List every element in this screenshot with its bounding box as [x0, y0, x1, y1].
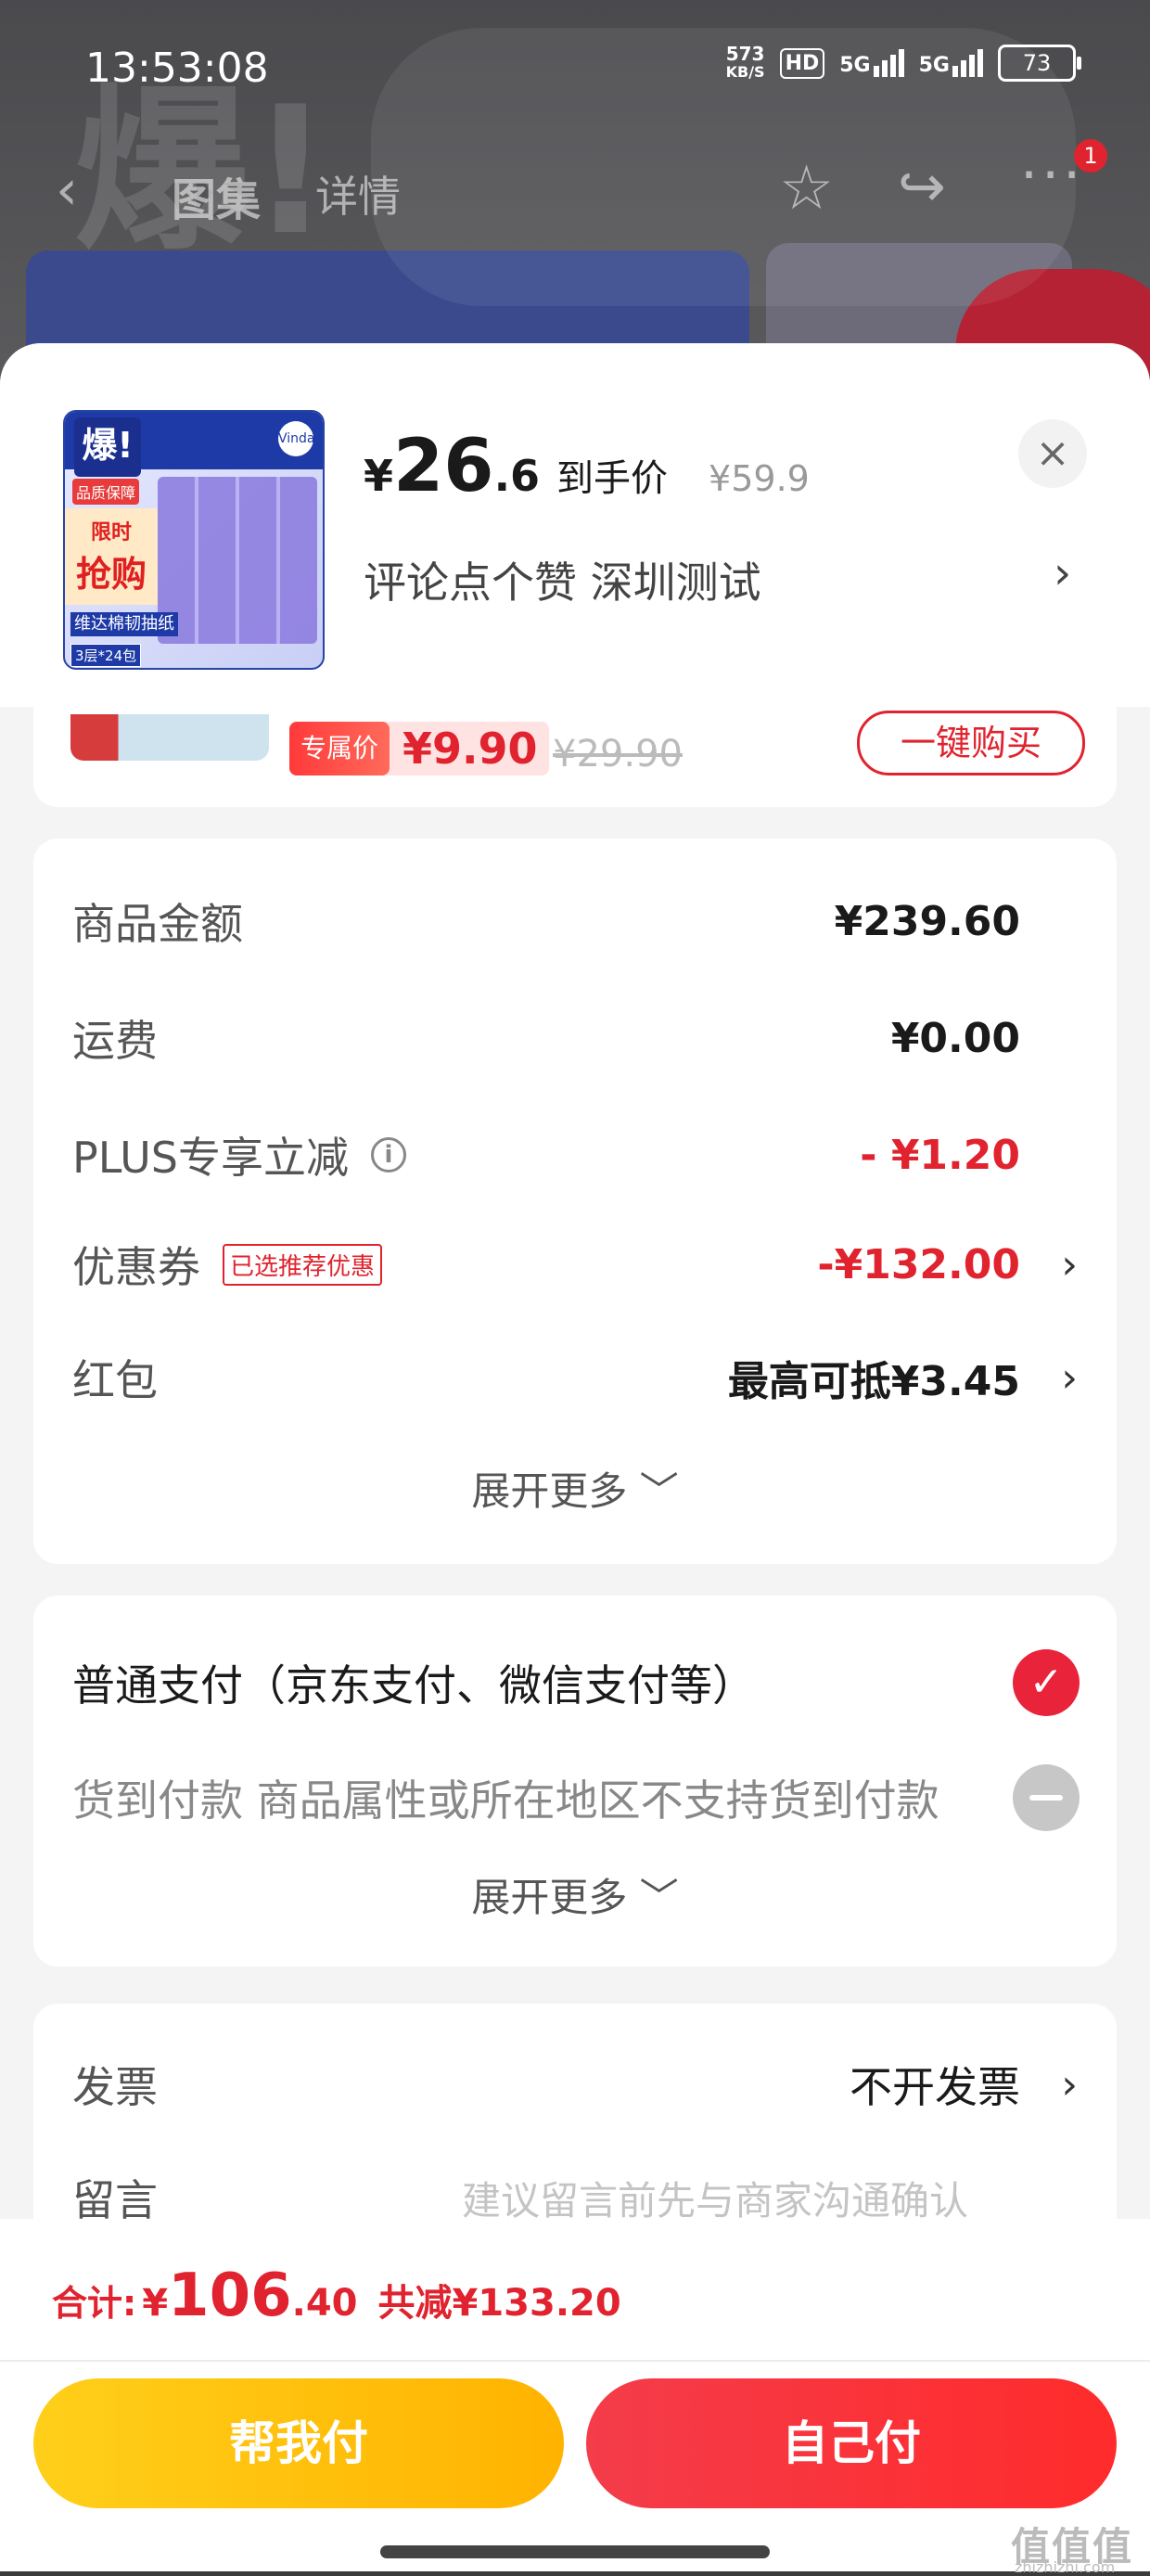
signal-icon-1: 5G — [839, 49, 904, 77]
chevron-right-icon[interactable]: › — [1061, 1354, 1078, 1402]
chevron-right-icon[interactable]: › — [1061, 1241, 1078, 1288]
sheet-header: 爆! Vinda 品质保障 限时 抢购 维达棉韧抽纸 3层*24包 ¥ 26 .… — [0, 343, 1150, 707]
chevron-right-icon[interactable]: › — [1061, 2061, 1078, 2108]
payment-card: 普通支付（京东支付、微信支付等） ✓ 货到付款 商品属性或所在地区不支持货到付款… — [33, 1596, 1117, 1967]
row-invoice[interactable]: 发票 不开发票 › — [72, 2052, 1078, 2117]
thumbnail-hot-badge: 爆! — [74, 417, 141, 477]
favorite-star-icon[interactable]: ☆ — [779, 152, 834, 224]
back-icon[interactable]: ‹ — [56, 158, 78, 223]
final-price: ¥ 26 .6 到手价 ¥59.9 — [364, 425, 810, 508]
payment-option-cod: 货到付款 商品属性或所在地区不支持货到付款 — [72, 1761, 1080, 1835]
product-nav-bar: ‹ 图集 详情 ☆ ↪ ··· 1 — [0, 139, 1150, 226]
message-input-placeholder[interactable]: 建议留言前先与商家沟通确认 — [462, 2170, 968, 2226]
row-plus-discount: PLUS专享立减 i - ¥1.20 — [72, 1131, 1020, 1184]
tab-gallery[interactable]: 图集 — [172, 163, 261, 228]
promo-original-price: ¥29.90 — [553, 733, 683, 775]
status-icons: 573 KB/S HD 5G 5G 73 — [725, 43, 1081, 82]
checked-icon[interactable]: ✓ — [1013, 1649, 1080, 1716]
exclusive-price-tag: 专属价 ¥9.90 — [289, 722, 549, 775]
info-icon[interactable]: i — [370, 1137, 406, 1173]
thumbnail-brand-logo: Vinda — [278, 421, 315, 456]
status-time: 13:53:08 — [85, 45, 269, 92]
one-click-buy-button[interactable]: 一键购买 — [857, 711, 1085, 775]
hd-icon: HD — [779, 47, 825, 79]
thumbnail-quality-tag: 品质保障 — [72, 479, 140, 505]
help-pay-button[interactable]: 帮我付 — [33, 2378, 564, 2508]
watermark-url: zhizhizhi.com — [1015, 2558, 1116, 2576]
thumbnail-sale-badge: 限时 抢购 — [65, 508, 158, 605]
signal-icon-2: 5G — [919, 49, 983, 77]
disabled-radio-icon — [1013, 1764, 1080, 1831]
network-speed: 573 KB/S — [725, 43, 765, 81]
thumbnail-spec: 3层*24包 — [70, 644, 142, 667]
divider — [0, 2360, 1150, 2362]
row-goods-amount: 商品金额 ¥239.60 — [72, 897, 1020, 950]
expand-more-payment[interactable]: 展开更多 ﹀ — [33, 1866, 1117, 1923]
message-badge: 1 — [1074, 139, 1107, 173]
row-coupon[interactable]: 优惠券 已选推荐优惠 -¥132.00 › — [72, 1232, 1078, 1297]
product-subtitle[interactable]: 评论点个赞 深圳测试 — [364, 549, 761, 610]
close-icon[interactable]: × — [1018, 419, 1087, 488]
self-pay-button[interactable]: 自己付 — [586, 2378, 1117, 2508]
battery-icon: 73 — [998, 45, 1081, 82]
status-bar: 13:53:08 573 KB/S HD 5G 5G 73 — [0, 0, 1150, 130]
product-thumbnail[interactable]: 爆! Vinda 品质保障 限时 抢购 维达棉韧抽纸 3层*24包 — [63, 410, 325, 670]
share-icon[interactable]: ↪ — [898, 152, 946, 220]
row-shipping: 运费 ¥0.00 — [72, 1014, 1020, 1067]
original-price: ¥59.9 — [709, 458, 810, 499]
payment-option-normal[interactable]: 普通支付（京东支付、微信支付等） ✓ — [72, 1646, 1080, 1720]
thumbnail-product-image — [158, 477, 317, 644]
thumbnail-product-name: 维达棉韧抽纸 — [70, 612, 178, 636]
order-total: 合计: ¥ 106 .40 共减¥133.20 — [52, 2262, 621, 2330]
expand-more-amounts[interactable]: 展开更多 ﹀ — [33, 1460, 1117, 1517]
home-indicator[interactable] — [380, 2545, 770, 2558]
row-red-packet[interactable]: 红包 最高可抵¥3.45 › — [72, 1345, 1078, 1410]
coupon-selected-badge: 已选推荐优惠 — [223, 1243, 383, 1286]
amount-card: 商品金额 ¥239.60 运费 ¥0.00 PLUS专享立减 i - ¥1.20… — [33, 839, 1117, 1564]
tab-detail[interactable]: 详情 — [315, 163, 401, 224]
final-price-note: 到手价 — [556, 457, 669, 500]
checkout-bottom-bar: 合计: ¥ 106 .40 共减¥133.20 帮我付 自己付 值值值 zhiz… — [0, 2219, 1150, 2576]
promo-product-image — [70, 714, 269, 761]
chevron-right-icon[interactable]: › — [1054, 547, 1071, 599]
total-discount: 共减¥133.20 — [377, 2282, 621, 2325]
